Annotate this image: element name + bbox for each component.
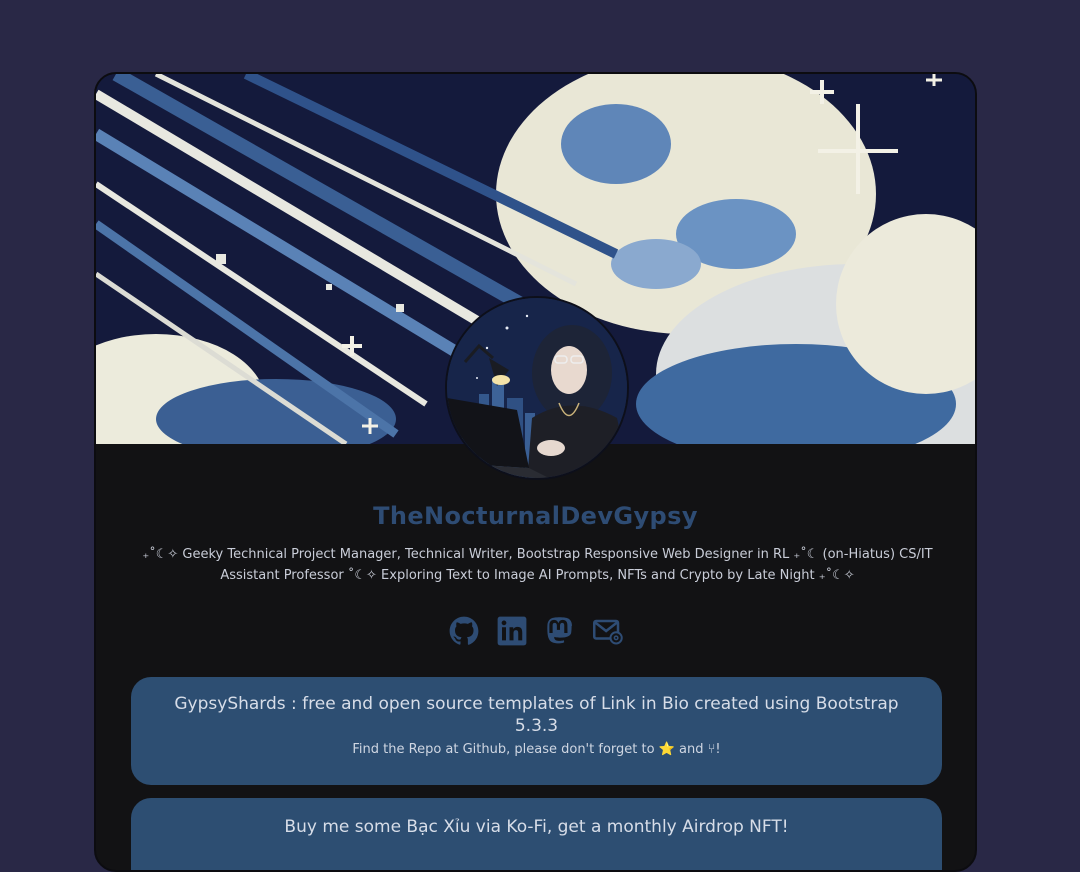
link-title: Buy me some Bạc Xỉu via Ko-Fi, get a mon… xyxy=(284,817,789,837)
linkedin-icon xyxy=(497,616,526,646)
link-subtitle: Find the Repo at Github, please don't fo… xyxy=(352,742,721,757)
profile-card: TheNocturnalDevGypsy ₊˚☾✧ Geeky Technica… xyxy=(94,72,977,872)
email-link[interactable] xyxy=(592,616,623,646)
profile-name: TheNocturnalDevGypsy xyxy=(373,502,698,530)
github-link[interactable] xyxy=(449,616,479,646)
kofi-link-button[interactable]: Buy me some Bạc Xỉu via Ko-Fi, get a mon… xyxy=(131,798,942,870)
link-title: GypsyShards : free and open source templ… xyxy=(174,694,899,736)
linkedin-link[interactable] xyxy=(497,616,527,646)
profile-bio: ₊˚☾✧ Geeky Technical Project Manager, Te… xyxy=(142,547,933,583)
mastodon-link[interactable] xyxy=(545,616,575,646)
gypsyshards-link-button[interactable]: GypsyShards : free and open source templ… xyxy=(131,677,942,785)
avatar xyxy=(445,296,629,480)
github-icon xyxy=(449,616,478,645)
social-links xyxy=(96,616,975,646)
email-icon xyxy=(592,619,623,645)
mastodon-icon xyxy=(546,617,572,644)
